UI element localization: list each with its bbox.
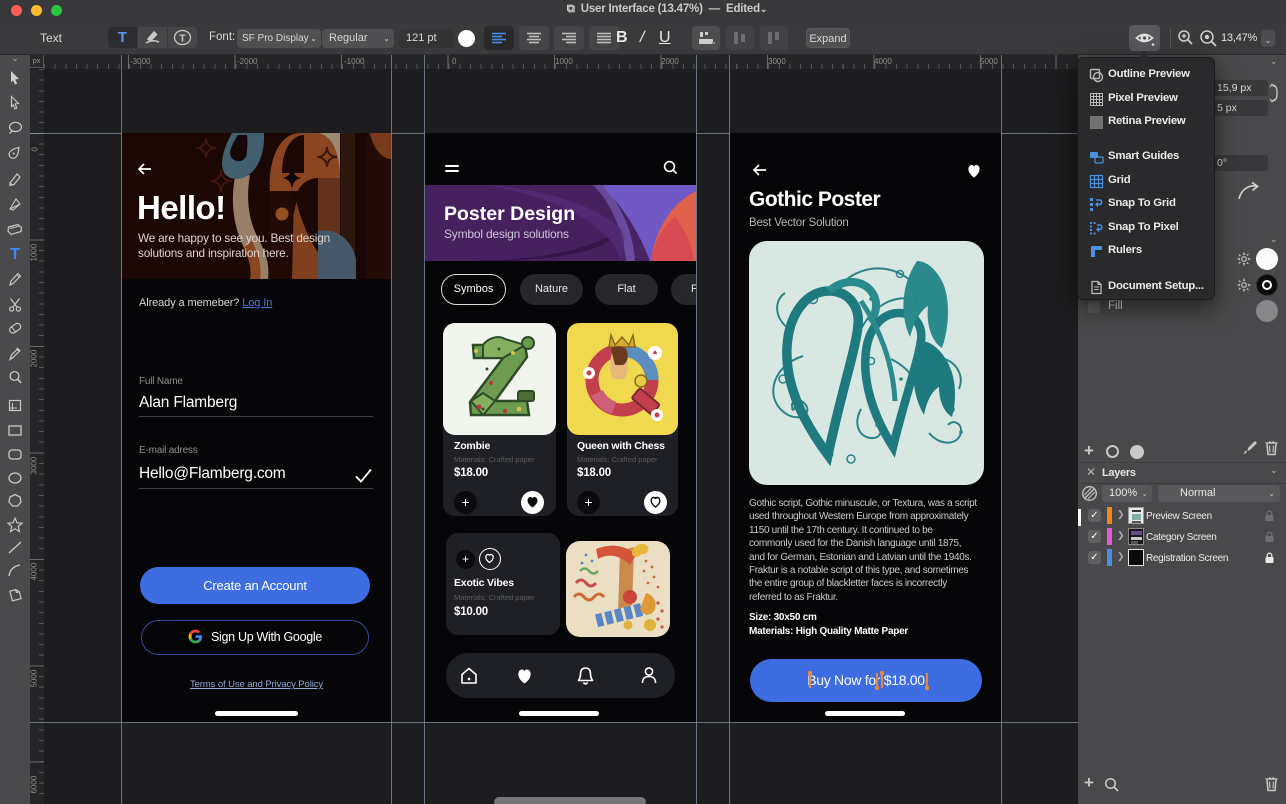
svg-text:T: T <box>179 33 186 45</box>
